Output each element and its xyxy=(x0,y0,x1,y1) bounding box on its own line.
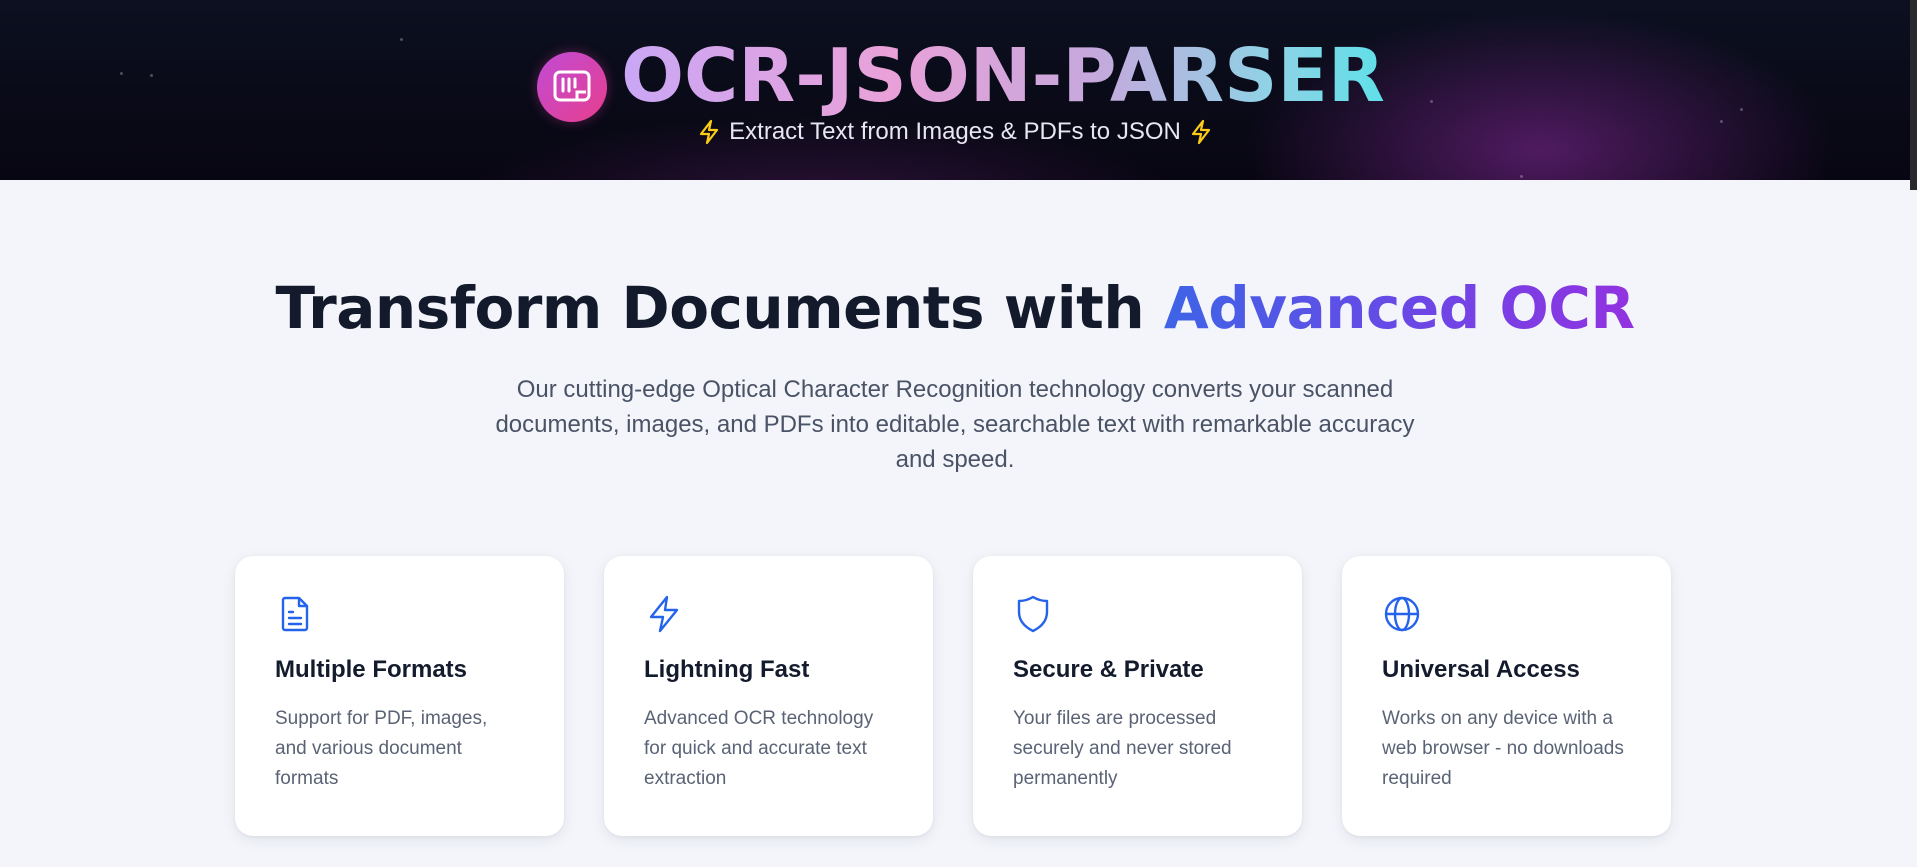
feature-title: Secure & Private xyxy=(1013,656,1204,683)
lightning-icon xyxy=(1189,119,1213,145)
feature-description: Support for PDF, images, and various doc… xyxy=(275,708,488,789)
zap-icon xyxy=(644,594,893,634)
brand: OCR-JSON-PARSER xyxy=(0,30,1910,122)
scrollbar[interactable] xyxy=(1910,0,1917,190)
feature-title: Multiple Formats xyxy=(275,656,468,683)
feature-cards: Multiple Formats Support for PDF, images… xyxy=(235,556,1671,836)
globe-icon xyxy=(1382,594,1631,634)
lightning-icon xyxy=(697,119,721,145)
feature-title: Lightning Fast xyxy=(644,656,810,683)
receipt-icon[interactable] xyxy=(537,52,608,122)
app-title: OCR-JSON-PARSER xyxy=(621,33,1385,119)
feature-card-secure-private: Secure & Private Your files are processe… xyxy=(973,556,1302,836)
file-text-icon xyxy=(275,594,524,634)
tagline: Extract Text from Images & PDFs to JSON xyxy=(0,118,1910,146)
feature-title: Universal Access xyxy=(1382,656,1580,683)
tagline-text: Extract Text from Images & PDFs to JSON xyxy=(729,118,1181,145)
feature-description: Your files are processed securely and ne… xyxy=(1013,708,1232,789)
hero-title-accent: Advanced OCR xyxy=(1163,274,1635,342)
feature-card-multiple-formats: Multiple Formats Support for PDF, images… xyxy=(235,556,564,836)
feature-description: Works on any device with a web browser -… xyxy=(1382,708,1624,789)
feature-card-universal-access: Universal Access Works on any device wit… xyxy=(1342,556,1671,836)
feature-card-lightning-fast: Lightning Fast Advanced OCR technology f… xyxy=(604,556,933,836)
feature-description: Advanced OCR technology for quick and ac… xyxy=(644,708,874,789)
shield-icon xyxy=(1013,594,1262,634)
hero-title: Transform Documents with Advanced OCR xyxy=(0,274,1910,342)
site-header: OCR-JSON-PARSER Extract Text from Images… xyxy=(0,0,1910,180)
hero-subtitle: Our cutting-edge Optical Character Recog… xyxy=(495,376,1415,473)
hero-title-main: Transform Documents with xyxy=(275,274,1164,342)
